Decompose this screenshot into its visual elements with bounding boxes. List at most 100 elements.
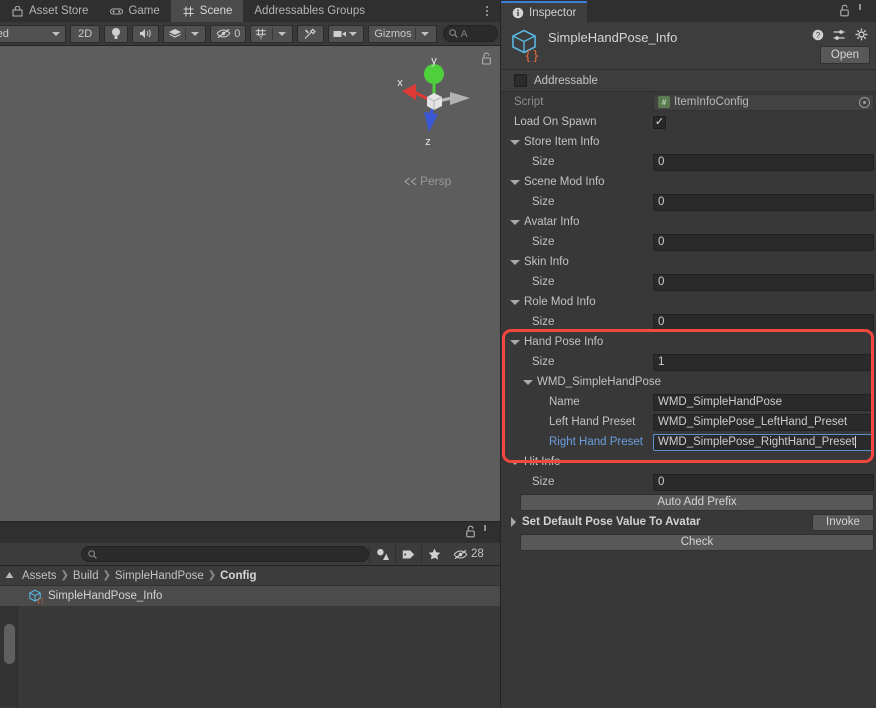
- tab-game-label: Game: [128, 5, 160, 17]
- breadcrumb-item-assets[interactable]: Assets: [22, 570, 57, 582]
- foldout-label-wmd-simplehandpose: WMD_SimpleHandPose: [537, 376, 661, 388]
- scene-camera-dropdown[interactable]: [328, 24, 365, 43]
- tab-scene[interactable]: Scene: [170, 0, 244, 22]
- grid-icon: [182, 5, 195, 18]
- inspector-tabstrip: Inspector: [501, 0, 876, 22]
- size-input[interactable]: 0: [653, 233, 874, 251]
- foldout-skin-info[interactable]: Skin Info: [501, 252, 876, 272]
- scene-lighting-toggle[interactable]: [104, 24, 129, 43]
- addressable-checkbox[interactable]: [514, 74, 527, 87]
- property-row-right-hand-preset: Right Hand Preset WMD_SimplePose_RightHa…: [501, 432, 876, 452]
- property-row-load-on-spawn: Load On Spawn ✓: [501, 112, 876, 132]
- size-input[interactable]: 0: [653, 273, 874, 291]
- breadcrumb-item-build[interactable]: Build: [73, 570, 99, 582]
- scene-search-placeholder: A: [460, 27, 468, 40]
- open-button[interactable]: Open: [820, 46, 870, 64]
- foldout-label-avatar-info: Avatar Info: [524, 216, 580, 228]
- camera-icon: [333, 29, 347, 39]
- auto-add-prefix-button[interactable]: Auto Add Prefix: [520, 493, 874, 511]
- tab-asset-store[interactable]: Asset Store: [0, 0, 99, 22]
- gizmos-label: Gizmos: [374, 27, 412, 40]
- chevron-down-icon: [420, 31, 429, 36]
- breadcrumb-item-simplehandpose[interactable]: SimpleHandPose: [115, 570, 204, 582]
- scene-lock-icon[interactable]: [481, 52, 492, 65]
- foldout-scene-mod-info[interactable]: Scene Mod Info: [501, 172, 876, 192]
- property-row-size: Size 1: [501, 352, 876, 372]
- checkmark-icon: ✓: [654, 115, 665, 128]
- project-hidden-count[interactable]: 28: [447, 548, 484, 560]
- gamepad-icon: [110, 5, 124, 18]
- foldout-hit-info[interactable]: Hit Info: [501, 452, 876, 472]
- size-input[interactable]: 1: [653, 353, 874, 371]
- label-filter-icon[interactable]: [395, 544, 421, 564]
- foldout-triangle-icon: [523, 379, 533, 385]
- foldout-role-mod-info[interactable]: Role Mod Info: [501, 292, 876, 312]
- list-item[interactable]: {} SimpleHandPose_Info: [0, 586, 500, 606]
- project-panel-tabstrip: [0, 521, 500, 543]
- size-value: 0: [658, 316, 665, 328]
- project-asset-browser: {} SimpleHandPose_Info: [0, 586, 500, 707]
- project-lock-icon[interactable]: [465, 525, 476, 538]
- right-hand-preset-input[interactable]: WMD_SimplePose_RightHand_Preset: [653, 433, 874, 451]
- check-button[interactable]: Check: [520, 533, 874, 551]
- inspector-properties: Script # ItemInfoConfig Load On Spawn ✓ …: [501, 92, 876, 552]
- search-icon: [88, 549, 97, 559]
- object-picker-icon[interactable]: [859, 96, 870, 108]
- gear-icon[interactable]: [855, 28, 868, 41]
- tab-scene-label: Scene: [199, 5, 233, 17]
- asset-filter-icon[interactable]: [369, 544, 395, 564]
- foldout-wmd-simplehandpose[interactable]: WMD_SimpleHandPose: [501, 372, 876, 392]
- scene-orientation-gizmo[interactable]: y x z: [386, 52, 482, 152]
- script-object-field[interactable]: # ItemInfoConfig: [653, 93, 874, 111]
- scene-panel-tabbar: Asset Store Game Scene Addressables Grou…: [0, 0, 500, 22]
- foldout-hand-pose-info[interactable]: Hand Pose Info: [501, 332, 876, 352]
- preset-icon[interactable]: [833, 29, 846, 41]
- foldout-store-item-info[interactable]: Store Item Info: [501, 132, 876, 152]
- scene-panel-kebab-menu-icon[interactable]: [480, 3, 494, 19]
- scene-projection-label[interactable]: Persp: [404, 174, 451, 188]
- favorites-star-icon[interactable]: [421, 544, 447, 564]
- persp-label-text: Persp: [420, 174, 452, 188]
- help-icon[interactable]: ?: [812, 29, 824, 41]
- scene-viewport[interactable]: y x z Persp: [0, 46, 500, 521]
- left-hand-preset-input[interactable]: WMD_SimplePose_LeftHand_Preset: [653, 413, 874, 431]
- inspector-kebab-menu-icon[interactable]: [859, 4, 869, 17]
- gizmos-dropdown[interactable]: Gizmos: [368, 24, 437, 43]
- tab-inspector[interactable]: Inspector: [501, 1, 588, 22]
- size-input[interactable]: 0: [653, 313, 874, 331]
- load-on-spawn-checkbox[interactable]: ✓: [653, 115, 666, 129]
- size-input[interactable]: 0: [653, 153, 874, 171]
- svg-text:Y: Y: [259, 35, 263, 39]
- chevron-down-icon: [278, 31, 287, 36]
- toggle-2d-button[interactable]: 2D: [70, 24, 101, 43]
- project-toolbar: 28: [0, 543, 500, 566]
- draw-mode-dropdown[interactable]: Shaded: [0, 24, 67, 43]
- property-label-size: Size: [532, 236, 555, 248]
- foldout-set-default-pose-value-to-avatar[interactable]: Set Default Pose Value To Avatar Invoke: [501, 512, 876, 532]
- breadcrumb-item-config[interactable]: Config: [220, 570, 256, 582]
- lock-open-icon[interactable]: [839, 4, 850, 17]
- project-search-input[interactable]: [81, 546, 369, 562]
- scene-tools-button[interactable]: [297, 24, 325, 43]
- hidden-objects-toggle[interactable]: 0: [210, 24, 247, 43]
- chevron-down-icon: [52, 31, 61, 36]
- name-input[interactable]: WMD_SimpleHandPose: [653, 393, 874, 411]
- scene-search-input[interactable]: A: [442, 25, 498, 42]
- scene-fx-dropdown[interactable]: [163, 24, 207, 43]
- project-kebab-menu-icon[interactable]: [484, 525, 494, 538]
- property-label-size: Size: [532, 156, 555, 168]
- invoke-button[interactable]: Invoke: [812, 513, 874, 531]
- script-object-value: ItemInfoConfig: [674, 96, 749, 108]
- project-scrollbar-thumb[interactable]: [4, 624, 15, 664]
- size-value: 0: [658, 156, 665, 168]
- breadcrumb-collapse-icon[interactable]: [5, 571, 14, 579]
- check-row: Check: [501, 532, 876, 552]
- tab-game[interactable]: Game: [99, 0, 170, 22]
- addressable-toggle-row[interactable]: Addressable: [501, 70, 876, 92]
- size-input[interactable]: 0: [653, 193, 874, 211]
- grid-snap-dropdown[interactable]: Y: [250, 24, 294, 43]
- foldout-avatar-info[interactable]: Avatar Info: [501, 212, 876, 232]
- tab-addressables-groups[interactable]: Addressables Groups: [243, 0, 376, 22]
- size-input[interactable]: 0: [653, 473, 874, 491]
- scene-audio-toggle[interactable]: [132, 24, 160, 43]
